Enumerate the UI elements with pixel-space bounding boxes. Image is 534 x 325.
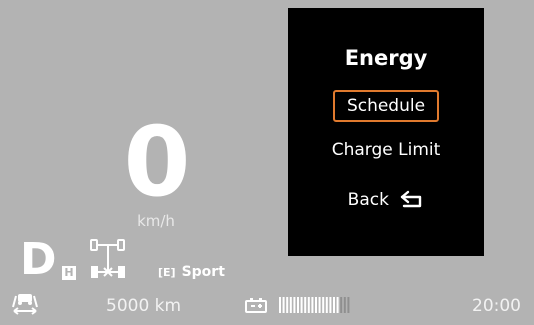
battery-segment bbox=[282, 297, 285, 313]
menu-item-label: Schedule bbox=[332, 90, 440, 122]
menu-item-charge-limit[interactable]: Charge Limit bbox=[288, 140, 484, 160]
battery-segment bbox=[311, 297, 314, 313]
odometer: 5000 km bbox=[106, 296, 182, 316]
drive-profile: [E] Sport bbox=[158, 264, 225, 280]
menu-item-label: Back bbox=[347, 190, 389, 210]
menu-item-back[interactable]: Back bbox=[288, 190, 484, 210]
clock: 20:00 bbox=[472, 296, 521, 316]
battery-segment bbox=[286, 297, 289, 313]
battery-segment bbox=[329, 297, 332, 313]
battery-segment bbox=[293, 297, 296, 313]
battery-segment bbox=[347, 297, 350, 313]
battery-segment bbox=[315, 297, 317, 313]
drive-mode-badge: H bbox=[62, 266, 76, 280]
menu-item-schedule[interactable]: Schedule bbox=[288, 90, 484, 122]
menu-title: Energy bbox=[344, 46, 428, 70]
battery-segment bbox=[304, 297, 307, 313]
battery-segment bbox=[333, 297, 335, 313]
eco-mode-icon: [E] bbox=[158, 266, 176, 279]
menu-item-label: Charge Limit bbox=[331, 140, 441, 160]
battery-segment bbox=[343, 297, 346, 313]
battery-level-gauge bbox=[279, 297, 350, 313]
instrument-cluster-screen: 0 km/h D H [E] Sport 5000 km 20:00 Energ… bbox=[0, 0, 534, 325]
back-arrow-icon bbox=[401, 190, 422, 208]
lane-assist-icon bbox=[12, 294, 38, 315]
gear-indicator: D bbox=[20, 234, 57, 285]
drive-profile-label: Sport bbox=[181, 264, 225, 280]
battery-segment bbox=[307, 297, 310, 313]
drivetrain-icon bbox=[90, 239, 125, 278]
speed-value: 0 bbox=[123, 106, 191, 218]
battery-segment bbox=[340, 297, 343, 313]
battery-segment bbox=[318, 297, 321, 313]
battery-segment bbox=[297, 297, 299, 313]
battery-segment bbox=[322, 297, 325, 313]
speedometer: 0 km/h bbox=[110, 106, 202, 230]
battery-segment bbox=[336, 297, 339, 313]
battery-segment bbox=[289, 297, 292, 313]
battery-segment bbox=[279, 297, 281, 313]
energy-menu: Energy Schedule Charge Limit Back bbox=[288, 8, 484, 256]
battery-segment bbox=[325, 297, 328, 313]
status-bar: 5000 km 20:00 bbox=[0, 292, 534, 320]
battery-segment bbox=[300, 297, 303, 313]
battery-icon bbox=[245, 298, 267, 313]
